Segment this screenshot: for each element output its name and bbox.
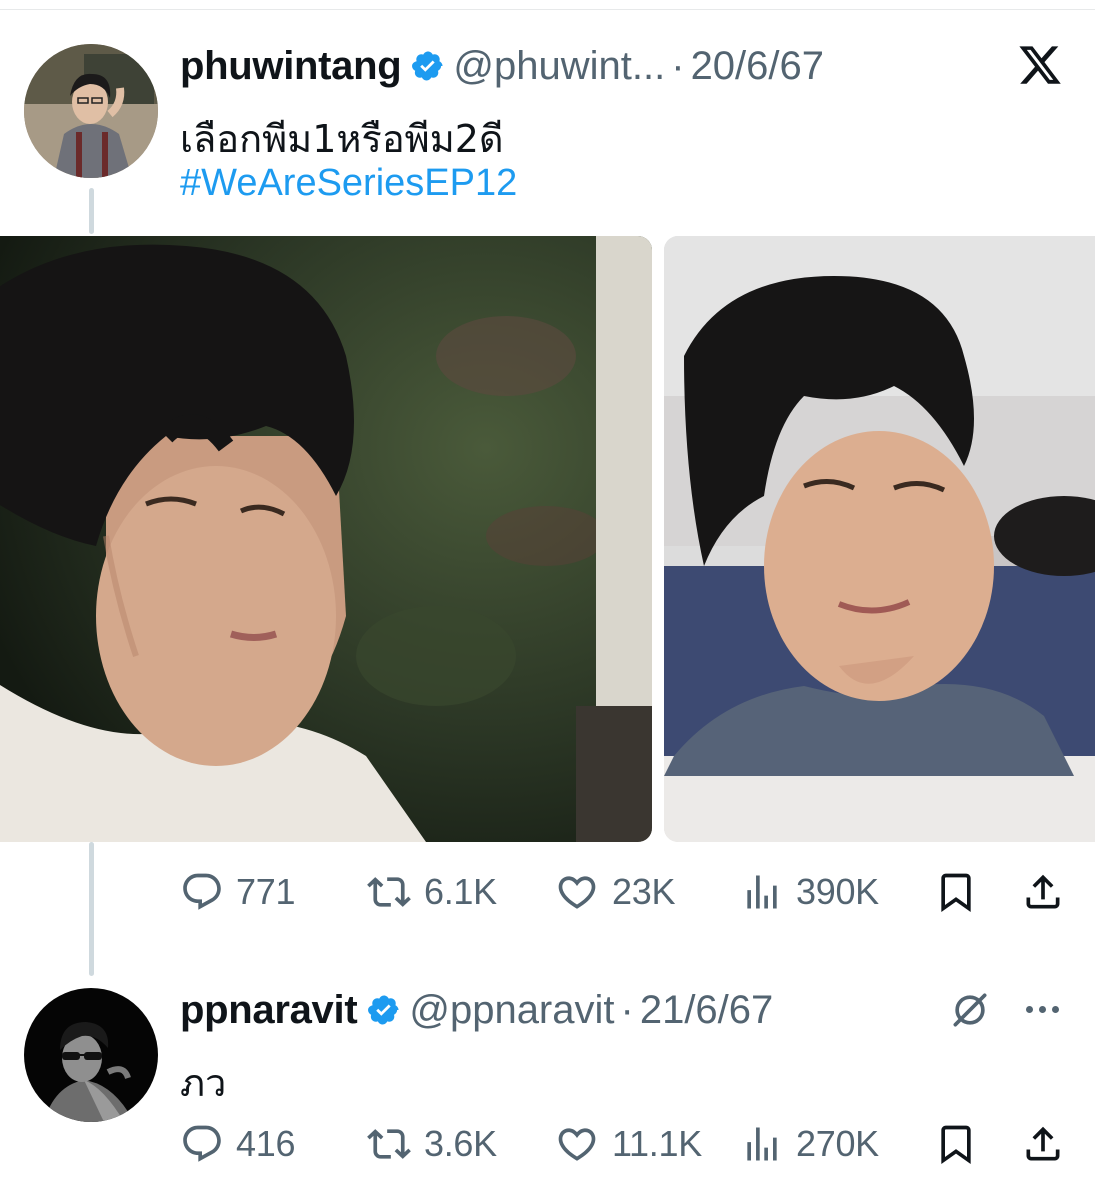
handle[interactable]: @ppnaravit xyxy=(409,988,614,1033)
reply-button[interactable]: 771 xyxy=(180,862,295,922)
more-icon[interactable] xyxy=(1026,1006,1059,1013)
share-icon xyxy=(1026,1126,1060,1161)
timestamp[interactable]: 21/6/67 xyxy=(640,988,773,1033)
like-count: 23K xyxy=(612,871,676,912)
views-button[interactable]: 270K xyxy=(740,1114,879,1174)
photo-2 xyxy=(664,236,1095,842)
repost-button[interactable]: 6.1K xyxy=(366,862,497,922)
media-image-1[interactable] xyxy=(0,236,652,842)
repost-icon xyxy=(367,1129,411,1159)
tweet-actions: 771 6.1K 23K 390K xyxy=(180,862,1075,922)
tweet-actions: 416 3.6K 11.1K 270K xyxy=(180,1114,1075,1174)
avatar-ppnaravit[interactable] xyxy=(24,988,158,1122)
repost-icon xyxy=(367,877,411,907)
views-count: 390K xyxy=(796,871,879,912)
tweet-text: เลือกพีม1หรือพีม2ดี xyxy=(180,117,504,161)
thread-line-top xyxy=(89,188,94,234)
tweet-header: phuwintang @phuwint... · 20/6/67 xyxy=(180,40,824,92)
views-icon xyxy=(747,1127,777,1161)
share-icon xyxy=(1026,874,1060,909)
repost-count: 3.6K xyxy=(424,1123,497,1164)
tweet-thread: phuwintang @phuwint... · 20/6/67 เลือกพี… xyxy=(0,0,1095,1200)
like-icon xyxy=(558,1128,596,1161)
display-name[interactable]: ppnaravit xyxy=(180,988,358,1033)
top-divider xyxy=(0,9,1095,10)
avatar-phuwintang[interactable] xyxy=(24,44,158,178)
tweet-header: ppnaravit @ppnaravit · 21/6/67 xyxy=(180,984,773,1036)
grok-icon xyxy=(953,993,987,1027)
share-button[interactable] xyxy=(1021,1114,1065,1174)
hashtag-link[interactable]: #WeAreSeriesEP12 xyxy=(180,162,517,205)
grok-button[interactable] xyxy=(948,984,992,1036)
bookmark-button[interactable] xyxy=(934,862,978,922)
display-name[interactable]: phuwintang xyxy=(180,44,402,89)
repost-count: 6.1K xyxy=(424,871,497,912)
media-image-2[interactable] xyxy=(664,236,1095,842)
bookmark-button[interactable] xyxy=(934,1114,978,1174)
like-button[interactable]: 11.1K xyxy=(554,1114,702,1174)
reply-count: 771 xyxy=(236,871,296,912)
share-button[interactable] xyxy=(1021,862,1065,922)
views-count: 270K xyxy=(796,1123,879,1164)
like-icon xyxy=(558,876,596,909)
avatar-photo xyxy=(24,988,158,1122)
verified-badge-icon xyxy=(411,49,445,83)
bookmark-icon xyxy=(941,1125,971,1165)
reply-icon xyxy=(183,1125,221,1162)
reply-button[interactable]: 416 xyxy=(180,1114,295,1174)
handle[interactable]: @phuwint... xyxy=(453,44,665,89)
views-icon xyxy=(747,875,777,909)
reply-count: 416 xyxy=(236,1123,296,1164)
repost-button[interactable]: 3.6K xyxy=(366,1114,497,1174)
photo-1 xyxy=(0,236,652,842)
like-button[interactable]: 23K xyxy=(554,862,675,922)
thread-line-bottom xyxy=(89,842,94,976)
timestamp[interactable]: 20/6/67 xyxy=(691,44,824,89)
separator: · xyxy=(620,987,634,1032)
bookmark-icon xyxy=(941,873,971,913)
tweet-text: ภว xyxy=(180,1061,227,1105)
avatar-photo xyxy=(24,44,158,178)
reply-icon xyxy=(183,873,221,910)
x-logo-icon[interactable] xyxy=(1016,42,1064,93)
verified-badge-icon xyxy=(367,993,401,1027)
views-button[interactable]: 390K xyxy=(740,862,879,922)
separator: · xyxy=(671,43,685,88)
like-count: 11.1K xyxy=(612,1123,702,1164)
